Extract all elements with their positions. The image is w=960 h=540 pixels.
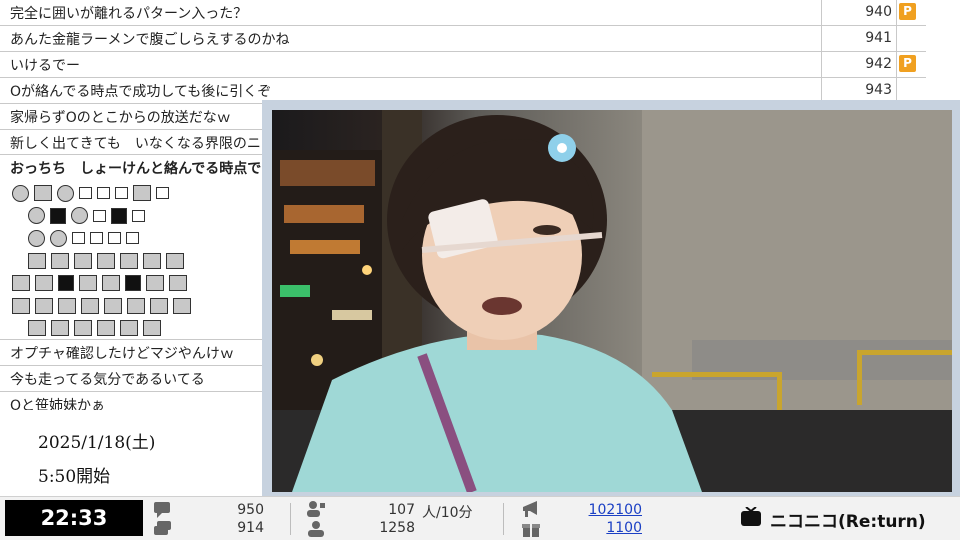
status-divider [503,503,504,535]
comment-text: オプチャ確認したけどマジやんけｗ [10,346,234,362]
comment-text: 今も走ってる気分であるいてる [10,372,205,388]
comment-text: 家帰らずOのとこからの放送だなｗ [10,110,231,126]
broadcast-info: 2025/1/18(土) 5:50開始 [0,410,262,496]
comment-text: Oが絡んでる時点で成功しても後に引くぞ [10,84,272,100]
comment-row[interactable]: いけるでー 942 P [0,52,926,78]
video-player[interactable] [262,100,960,496]
comments-stack-icon [154,521,171,535]
broadcast-date: 2025/1/18(土) [38,433,156,453]
comment-text: あんた金龍ラーメンで腹ごしらえするのかね [10,32,290,48]
status-bar: 22:33 950 914 107 人/10分 1258 102100 1100… [0,496,960,540]
megaphone-icon [523,501,537,517]
comment-row[interactable]: あんた金龍ラーメンで腹ごしらえするのかね 941 [0,26,926,52]
gift-icon [522,524,540,537]
comment-text: おっちち しょーけんと絡んでる時点で同 [10,161,276,177]
gift-points-link[interactable]: 1100 [560,520,642,536]
status-divider [290,503,291,535]
comment-text: 新しく出てきても いなくなる界限のニコ [10,136,275,152]
video-frame [272,110,952,492]
active-viewer-unit: 人/10分 [422,505,473,521]
ascii-art [12,182,196,340]
comment-icon [154,502,170,518]
niconico-logo: ニコニコ(Re:turn) [770,512,926,532]
comment-count: 950 [237,502,264,518]
niconico-tv-icon [741,507,761,526]
comment-text: いけるでー [10,58,80,74]
comment-text: 完全に囲いが離れるパターン入った？ [10,6,248,22]
comment-number: 943 [865,82,892,98]
comment-number: 942 [865,56,892,72]
elapsed-time: 22:33 [5,500,143,536]
broadcast-start-time: 5:50開始 [38,467,111,487]
comment-number: 941 [865,30,892,46]
comment-number: 940 [865,4,892,20]
active-viewer-count: 107 [388,502,415,518]
comment-text: Oと笹姉妹かぁ [10,398,106,410]
ad-points-link[interactable]: 102100 [560,502,642,518]
comment-count-sub: 914 [237,520,264,536]
premium-badge: P [899,55,916,72]
active-viewers-icon [307,501,325,517]
viewers-icon [308,521,324,537]
total-viewer-count: 1258 [379,520,415,536]
premium-badge: P [899,3,916,20]
comment-row[interactable]: 完全に囲いが離れるパターン入った？ 940 P [0,0,926,26]
video-scene [272,110,952,492]
